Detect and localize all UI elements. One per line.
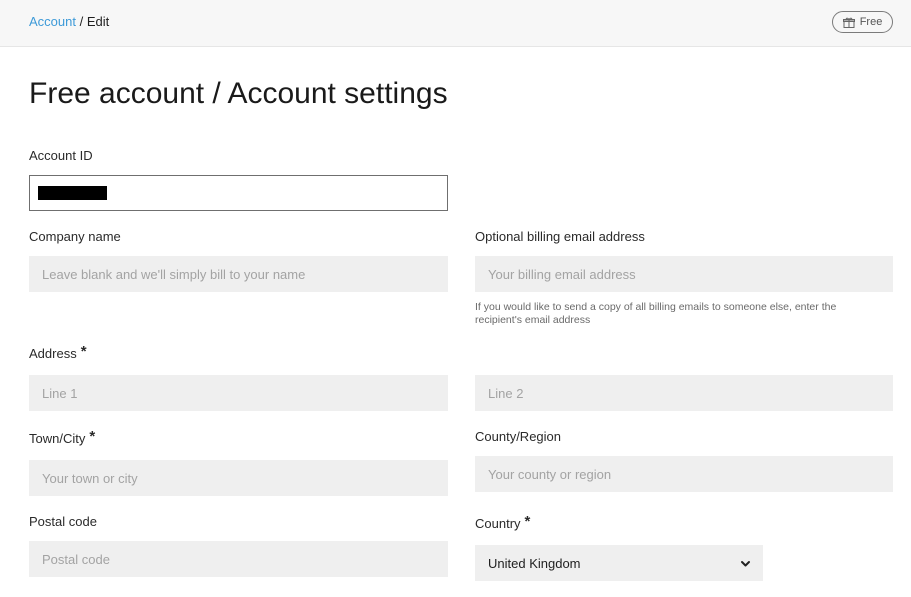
gift-icon	[842, 17, 855, 28]
town-input[interactable]	[29, 460, 448, 496]
billing-email-label: Optional billing email address	[475, 229, 645, 244]
required-marker: *	[524, 513, 531, 530]
address-line2-input[interactable]	[475, 375, 893, 411]
top-bar: Account / Edit Free	[0, 0, 911, 47]
address-label: Address *	[29, 343, 87, 362]
postal-code-label: Postal code	[29, 514, 97, 529]
breadcrumb-current: Edit	[86, 14, 110, 29]
redacted-account-id	[38, 186, 107, 200]
county-label: County/Region	[475, 429, 561, 444]
plan-badge[interactable]: Free	[832, 11, 893, 33]
plan-badge-label: Free	[859, 16, 883, 28]
billing-email-input[interactable]	[475, 256, 893, 292]
country-label-text: Country	[475, 516, 521, 531]
breadcrumb-separator: /	[79, 14, 84, 29]
breadcrumb-account-link[interactable]: Account	[29, 14, 76, 29]
company-name-input[interactable]	[29, 256, 448, 292]
postal-code-input[interactable]	[29, 541, 448, 577]
account-id-label: Account ID	[29, 148, 93, 163]
county-input[interactable]	[475, 456, 893, 492]
town-label-text: Town/City	[29, 431, 86, 446]
address-line1-input[interactable]	[29, 375, 448, 411]
address-label-text: Address	[29, 346, 77, 361]
company-name-label: Company name	[29, 229, 121, 244]
page-title: Free account / Account settings	[29, 77, 448, 110]
chevron-down-icon	[740, 557, 751, 572]
town-label: Town/City *	[29, 428, 96, 447]
country-select[interactable]: United Kingdom	[475, 545, 763, 581]
country-select-value: United Kingdom	[488, 555, 581, 571]
required-marker: *	[80, 343, 87, 360]
breadcrumb: Account / Edit	[29, 14, 109, 30]
billing-email-help: If you would like to send a copy of all …	[475, 301, 837, 326]
country-label: Country *	[475, 513, 531, 532]
required-marker: *	[89, 428, 96, 445]
